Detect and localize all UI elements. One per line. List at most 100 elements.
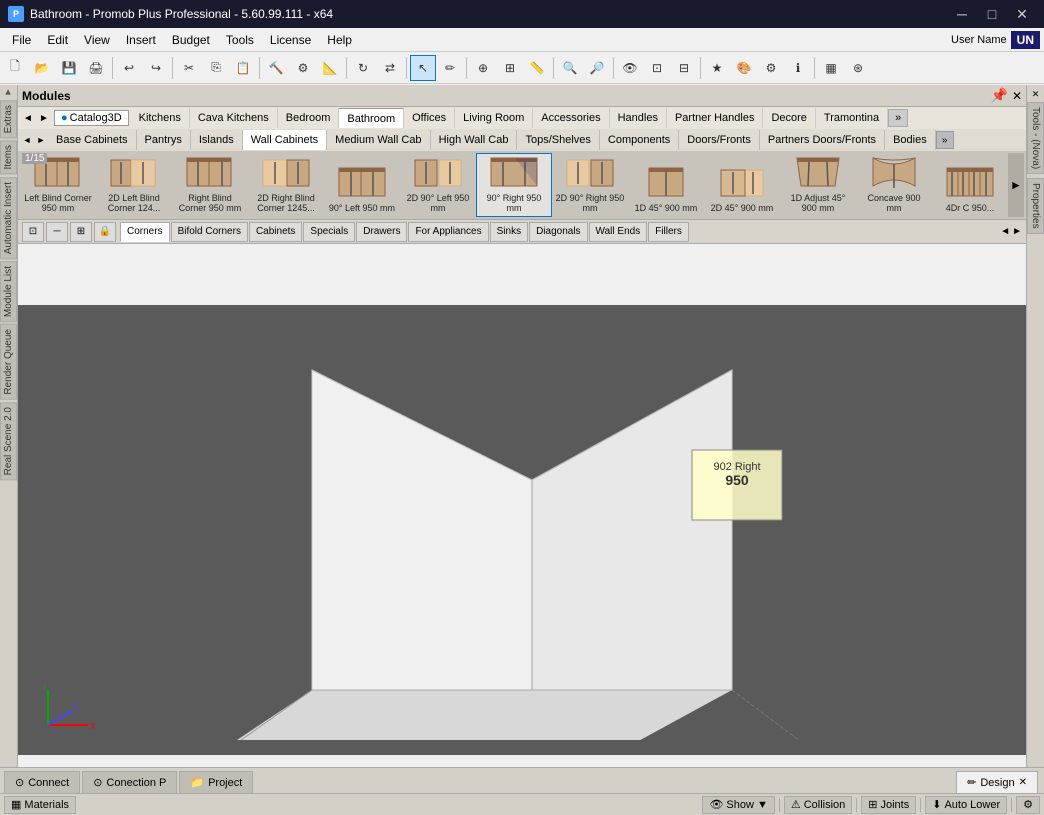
tb-materials[interactable]: 🎨: [731, 55, 757, 81]
menu-budget[interactable]: Budget: [164, 29, 218, 51]
catalog-tab-bedroom[interactable]: Bedroom: [278, 108, 340, 128]
filter-icon-4[interactable]: 🔒: [94, 222, 116, 242]
module-item-4[interactable]: 90° Left 950 mm: [324, 153, 400, 217]
modules-pin-icon[interactable]: 📌: [991, 87, 1008, 104]
catalog-3d-tab[interactable]: ● Catalog3D: [54, 110, 129, 126]
filter-scroll-left[interactable]: ◄: [1000, 226, 1010, 237]
catalog-tab-decore[interactable]: Decore: [763, 108, 815, 128]
tb-save[interactable]: 💾: [56, 55, 82, 81]
tb-viewtop[interactable]: ⊡: [644, 55, 670, 81]
close-button[interactable]: ✕: [1008, 3, 1036, 25]
filter-scroll-right[interactable]: ►: [1012, 226, 1022, 237]
tb-extra2[interactable]: ⊛: [845, 55, 871, 81]
tb-info[interactable]: ℹ: [785, 55, 811, 81]
subcat-islands[interactable]: Islands: [191, 130, 243, 150]
tb-tool3[interactable]: 📐: [317, 55, 343, 81]
menu-edit[interactable]: Edit: [39, 29, 76, 51]
filter-bifold[interactable]: Bifold Corners: [171, 222, 248, 242]
subcat-prev[interactable]: ◄: [20, 131, 34, 149]
module-item-1[interactable]: 2D Left Blind Corner 124...: [96, 153, 172, 217]
tab-project[interactable]: 📁 Project: [179, 771, 253, 793]
items-scroll-right[interactable]: ►: [1008, 153, 1024, 217]
tb-tool1[interactable]: 🔨: [263, 55, 289, 81]
subcat-tops[interactable]: Tops/Shelves: [517, 130, 599, 150]
subcat-bodies[interactable]: Bodies: [885, 130, 936, 150]
module-item-10[interactable]: 1D Adjust 45° 900 mm: [780, 153, 856, 217]
menu-license[interactable]: License: [262, 29, 319, 51]
status-materials[interactable]: ▦ Materials: [4, 796, 76, 814]
filter-icon-2[interactable]: ─: [46, 222, 68, 242]
sidebar-expand[interactable]: ◄: [3, 88, 13, 97]
tb-settings[interactable]: ⚙: [758, 55, 784, 81]
module-item-2[interactable]: Right Blind Corner 950 mm: [172, 153, 248, 217]
catalog-tab-handles[interactable]: Handles: [610, 108, 667, 128]
filter-appliances[interactable]: For Appliances: [408, 222, 488, 242]
filter-specials[interactable]: Specials: [303, 222, 355, 242]
filter-drawers[interactable]: Drawers: [356, 222, 407, 242]
subcat-high-wall[interactable]: High Wall Cab: [431, 130, 518, 150]
status-show[interactable]: 👁 Show ▼: [702, 796, 774, 814]
menu-insert[interactable]: Insert: [118, 29, 164, 51]
filter-fillers[interactable]: Fillers: [648, 222, 689, 242]
viewport[interactable]: 902 Right 950 X Y Z: [18, 305, 1026, 755]
tb-viewside[interactable]: ⊟: [671, 55, 697, 81]
sidebar-automatic[interactable]: Automatic Insert: [0, 177, 17, 259]
catalog-tab-bathroom[interactable]: Bathroom: [339, 108, 404, 128]
filter-cabinets[interactable]: Cabinets: [249, 222, 302, 242]
status-collision[interactable]: ⚠ Collision: [784, 796, 852, 814]
subcat-components[interactable]: Components: [600, 130, 679, 150]
subcat-wall[interactable]: Wall Cabinets: [243, 130, 327, 150]
subcat-base[interactable]: Base Cabinets: [48, 130, 137, 150]
catalog-tab-offices[interactable]: Offices: [404, 108, 455, 128]
tb-new[interactable]: 🗋: [2, 55, 28, 81]
tb-redo[interactable]: ↪: [143, 55, 169, 81]
sidebar-module-list[interactable]: Module List: [0, 261, 17, 322]
catalog-more[interactable]: »: [888, 109, 908, 127]
tb-view3d[interactable]: 👁: [617, 55, 643, 81]
tb-undo[interactable]: ↩: [116, 55, 142, 81]
minimize-button[interactable]: ─: [948, 3, 976, 25]
tb-open[interactable]: 📂: [29, 55, 55, 81]
tab-design-close[interactable]: ✕: [1019, 777, 1027, 788]
sidebar-items[interactable]: Items: [0, 140, 17, 174]
right-sidebar-close[interactable]: ✕: [1032, 89, 1040, 100]
tb-mirror[interactable]: ⇄: [377, 55, 403, 81]
tab-design[interactable]: ✏ Design ✕: [956, 771, 1038, 793]
status-auto-lower[interactable]: ⬇ Auto Lower: [925, 796, 1007, 814]
module-item-11[interactable]: Concave 900 mm: [856, 153, 932, 217]
subcat-next[interactable]: ►: [34, 131, 48, 149]
subcat-more[interactable]: »: [936, 131, 954, 149]
catalog-tab-tramontina[interactable]: Tramontina: [816, 108, 888, 128]
menu-view[interactable]: View: [76, 29, 118, 51]
tb-select[interactable]: ↖: [410, 55, 436, 81]
tb-grid[interactable]: ⊞: [497, 55, 523, 81]
tb-rotate[interactable]: ↻: [350, 55, 376, 81]
status-settings[interactable]: ⚙: [1016, 796, 1040, 814]
modules-close-icon[interactable]: ✕: [1012, 89, 1022, 103]
filter-icon-1[interactable]: ⊡: [22, 222, 44, 242]
module-item-9[interactable]: 2D 45° 900 mm: [704, 153, 780, 217]
tb-measure[interactable]: 📏: [524, 55, 550, 81]
subcat-partner-doors[interactable]: Partners Doors/Fronts: [760, 130, 885, 150]
tb-print[interactable]: 🖨: [83, 55, 109, 81]
sidebar-realscene[interactable]: Real Scene 2.0: [0, 402, 17, 480]
filter-icon-3[interactable]: ⊞: [70, 222, 92, 242]
tb-snap[interactable]: ⊕: [470, 55, 496, 81]
tab-connection-p[interactable]: ⊙ Conection P: [82, 771, 177, 793]
filter-diagonals[interactable]: Diagonals: [529, 222, 587, 242]
sidebar-extras[interactable]: Extras: [0, 100, 17, 138]
status-joints[interactable]: ⊞ Joints: [861, 796, 916, 814]
module-item-5[interactable]: 2D 90° Left 950 mm: [400, 153, 476, 217]
sidebar-properties[interactable]: Properties: [1027, 178, 1044, 234]
tb-render[interactable]: ★: [704, 55, 730, 81]
tb-copy[interactable]: ⎘: [203, 55, 229, 81]
tb-draw[interactable]: ✏: [437, 55, 463, 81]
menu-help[interactable]: Help: [319, 29, 360, 51]
module-item-8[interactable]: 1D 45° 900 mm: [628, 153, 704, 217]
tb-extra1[interactable]: ▦: [818, 55, 844, 81]
subcat-pantrys[interactable]: Pantrys: [137, 130, 191, 150]
menu-file[interactable]: File: [4, 29, 39, 51]
filter-sinks[interactable]: Sinks: [490, 222, 528, 242]
tb-cut[interactable]: ✂: [176, 55, 202, 81]
tab-connect[interactable]: ⊙ Connect: [4, 771, 80, 793]
